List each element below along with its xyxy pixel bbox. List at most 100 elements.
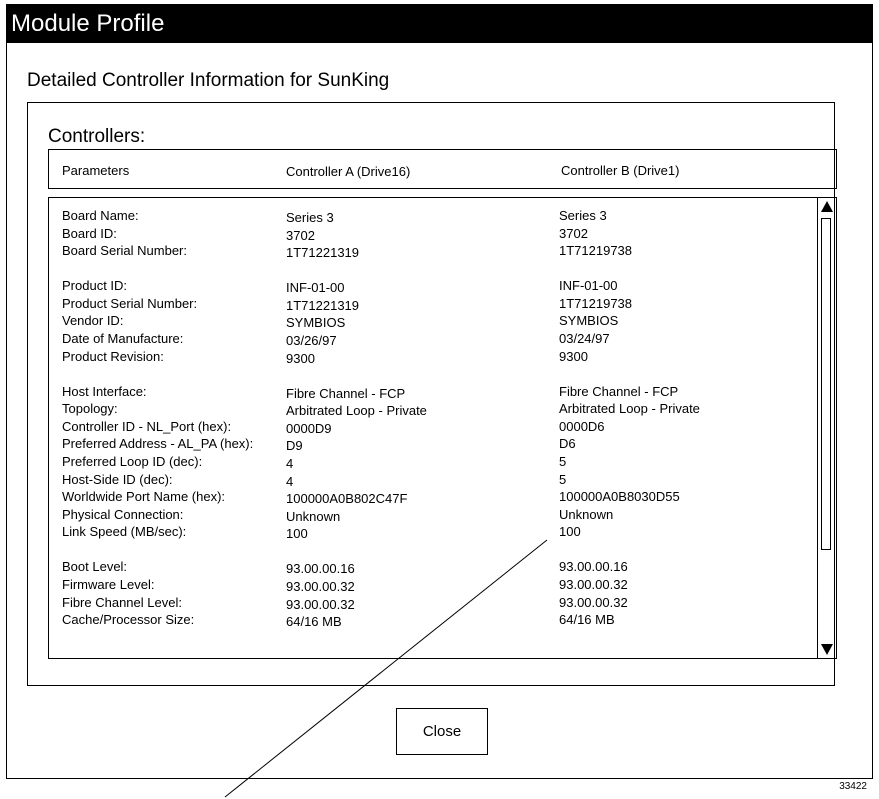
table-row: Product Serial Number: 1T71221319 1T712197…: [49, 296, 816, 314]
close-button[interactable]: Close: [396, 708, 488, 755]
controller-b-value: 3702: [559, 225, 588, 241]
parameter-name: Controller ID - NL_Port (hex):: [62, 418, 232, 434]
controller-a-value: Fibre Channel - FCP: [286, 385, 406, 401]
controller-b-value: 0000D6: [559, 418, 605, 434]
table-row: Preferred Address - AL_PA (hex): D9 D6: [49, 436, 816, 454]
controller-a-value: Series 3: [286, 210, 334, 225]
table-row: Link Speed (MB/sec): 100 100: [49, 524, 816, 559]
parameter-name: Host-Side ID (dec):: [62, 471, 173, 487]
controller-b-value: 93.00.00.32: [559, 576, 628, 592]
controller-b-value: 64/16 MB: [559, 612, 615, 628]
controller-b-value: D6: [559, 436, 576, 452]
controller-a-value: SYMBIOS: [286, 315, 346, 331]
arrow-down-icon[interactable]: [818, 640, 836, 658]
column-header-controller-a: Controller A (Drive16): [286, 164, 411, 179]
controller-a-value: 0000D9: [286, 420, 332, 436]
table-row: Board Serial Number: 1T71221319 1T71219738: [49, 243, 816, 278]
controller-a-value: 100: [286, 526, 308, 542]
column-header-controller-b: Controller B (Drive1): [561, 163, 680, 178]
controller-b-value: 93.00.00.16: [559, 559, 628, 575]
table-row: Preferred Loop ID (dec): 4 5: [49, 454, 816, 472]
controller-b-value: 1T71219738: [559, 295, 633, 311]
parameter-name: Preferred Loop ID (dec):: [62, 453, 203, 469]
controller-b-value: 100000A0B8030D55: [559, 489, 680, 505]
table-row: Product Revision: 9300 9300: [49, 349, 816, 384]
parameter-name: Firmware Level:: [62, 576, 155, 592]
parameter-name: Host Interface:: [62, 383, 147, 399]
table-row: Worldwide Port Name (hex): 100000A0B802C4…: [49, 489, 816, 507]
column-header-row: Parameters Controller A (Drive16) Contro…: [48, 149, 837, 189]
controller-b-value: INF-01-00: [559, 278, 618, 294]
parameter-name: Board Serial Number:: [62, 243, 187, 259]
controller-b-value: 5: [559, 471, 567, 487]
parameter-name: Cache/Processor Size:: [62, 612, 195, 628]
controller-a-value: 93.00.00.16: [286, 561, 355, 577]
module-profile-window: Module Profile Detailed Controller Infor…: [6, 4, 873, 779]
controller-a-value: 03/26/97: [286, 332, 337, 348]
table-row: Board Name: Series 3 Series 3: [49, 208, 816, 226]
scrollbar-track[interactable]: [821, 218, 831, 550]
parameter-name: Board ID:: [62, 225, 117, 241]
controller-a-value: 3702: [286, 227, 315, 243]
table-row: Physical Connection: Unknown Unknown: [49, 507, 816, 525]
controller-details-rows: Board Name: Series 3 Series 3 Board ID: 3702…: [49, 208, 816, 630]
controller-a-value: 64/16 MB: [286, 614, 342, 630]
parameter-name: Product Serial Number:: [62, 295, 198, 311]
arrow-up-icon[interactable]: [818, 198, 836, 216]
parameter-name: Vendor ID:: [62, 313, 124, 329]
parameter-name: Product Revision:: [62, 348, 164, 364]
controller-a-value: 1T71221319: [286, 297, 360, 313]
parameter-name: Topology:: [62, 401, 118, 417]
controller-a-value: 4: [286, 455, 294, 471]
title-bar: Module Profile: [7, 5, 872, 43]
controller-a-value: 9300: [286, 350, 315, 366]
controller-a-value: Unknown: [286, 508, 341, 524]
controllers-group: Controllers: Parameters Controller A (Dr…: [27, 102, 837, 686]
table-row: Topology: Arbitrated Loop - Private Arbitr…: [49, 401, 816, 419]
parameter-name: Preferred Address - AL_PA (hex):: [62, 436, 254, 452]
controller-b-value: Fibre Channel - FCP: [559, 383, 679, 399]
parameter-name: Physical Connection:: [62, 506, 184, 522]
controller-a-value: 93.00.00.32: [286, 596, 355, 612]
controller-b-value: 93.00.00.32: [559, 594, 628, 610]
table-row: Host Interface: Fibre Channel - FCP Fibre …: [49, 384, 816, 402]
controller-b-value: 9300: [559, 348, 588, 364]
window-title: Module Profile: [11, 10, 165, 37]
controller-details-list[interactable]: Board Name: Series 3 Series 3 Board ID: 3702…: [48, 197, 837, 659]
controller-b-value: 100: [559, 524, 581, 540]
parameter-name: Product ID:: [62, 278, 128, 294]
table-row: Controller ID - NL_Port (hex): 0000D9 0000…: [49, 419, 816, 437]
page-subtitle: Detailed Controller Information for SunK…: [27, 70, 390, 91]
parameter-name: Link Speed (MB/sec):: [62, 524, 187, 540]
controller-b-value: 1T71219738: [559, 243, 633, 259]
table-row: Date of Manufacture: 03/26/97 03/24/97: [49, 331, 816, 349]
table-row: Vendor ID: SYMBIOS SYMBIOS: [49, 313, 816, 331]
table-row: Cache/Processor Size: 64/16 MB 64/16 MB: [49, 612, 816, 630]
parameter-name: Boot Level:: [62, 559, 128, 575]
vertical-scrollbar[interactable]: [817, 198, 836, 658]
controller-a-value: D9: [286, 438, 303, 454]
controller-b-value: Unknown: [559, 506, 614, 522]
column-header-parameters: Parameters: [62, 163, 130, 178]
controller-a-value: 1T71221319: [286, 245, 360, 261]
controller-b-value: Series 3: [559, 208, 607, 223]
parameter-name: Date of Manufacture:: [62, 330, 184, 346]
controller-b-value: Arbitrated Loop - Private: [559, 401, 700, 417]
table-row: Firmware Level: 93.00.00.32 93.00.00.32: [49, 577, 816, 595]
table-row: Host-Side ID (dec): 4 5: [49, 472, 816, 490]
parameter-name: Board Name:: [62, 208, 139, 223]
controller-b-value: 5: [559, 453, 567, 469]
figure-number: 33422: [839, 781, 867, 792]
table-row: Boot Level: 93.00.00.16 93.00.00.16: [49, 559, 816, 577]
parameter-name: Fibre Channel Level:: [62, 594, 182, 610]
table-row: Board ID: 3702 3702: [49, 226, 816, 244]
parameter-name: Worldwide Port Name (hex):: [62, 489, 226, 505]
controller-a-value: Arbitrated Loop - Private: [286, 403, 427, 419]
controller-a-value: 4: [286, 473, 294, 489]
controller-b-value: SYMBIOS: [559, 313, 619, 329]
controller-b-value: 03/24/97: [559, 330, 610, 346]
controllers-label: Controllers:: [48, 126, 146, 147]
controller-a-value: 100000A0B802C47F: [286, 491, 408, 507]
table-row: Product ID: INF-01-00 INF-01-00: [49, 278, 816, 296]
controller-a-value: 93.00.00.32: [286, 578, 355, 594]
